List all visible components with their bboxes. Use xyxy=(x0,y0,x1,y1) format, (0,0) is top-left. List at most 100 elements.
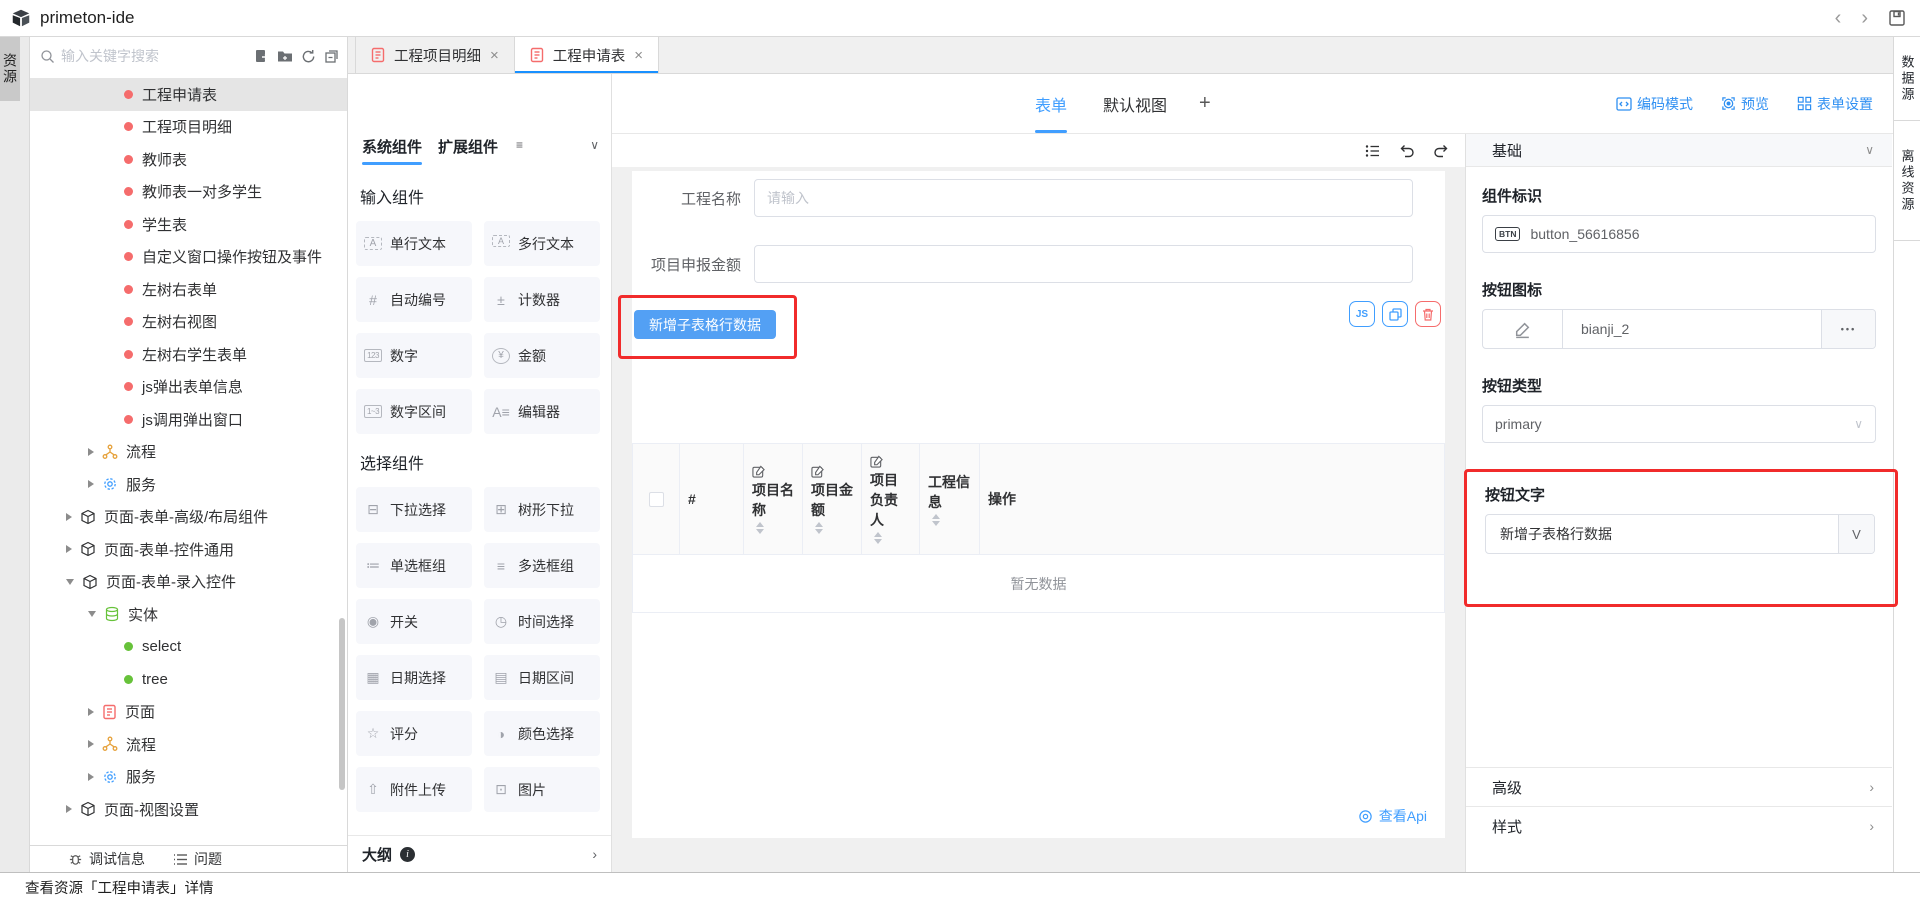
issues-button[interactable]: 问题 xyxy=(173,849,222,869)
collapse-arrow-icon[interactable] xyxy=(66,579,74,585)
tree-item[interactable]: 服务 xyxy=(30,761,347,794)
sort-carets-icon[interactable] xyxy=(756,522,764,534)
tab-form-view[interactable]: 表单 xyxy=(1035,74,1067,133)
outline-footer[interactable]: 大纲 i › xyxy=(348,835,611,872)
expand-arrow-icon[interactable] xyxy=(66,513,72,521)
copy-widget-button[interactable] xyxy=(1382,301,1408,327)
palette-item-number-range[interactable]: 1~3数字区间 xyxy=(356,389,472,434)
js-event-button[interactable]: JS xyxy=(1349,301,1375,327)
resources-strip-tab[interactable]: 资源 xyxy=(0,37,20,101)
palette-item-image[interactable]: ⊡图片 xyxy=(484,767,600,812)
palette-item-auto-number[interactable]: #自动编号 xyxy=(356,277,472,322)
tree-item[interactable]: js弹出表单信息 xyxy=(30,371,347,404)
close-tab-icon[interactable]: × xyxy=(490,48,499,63)
tree-item[interactable]: 实体 xyxy=(30,598,347,631)
expand-arrow-icon[interactable] xyxy=(88,480,94,488)
debug-info-button[interactable]: 调试信息 xyxy=(68,849,145,869)
add-subtable-row-button[interactable]: 新增子表格行数据 xyxy=(634,310,776,339)
palette-item-date-range[interactable]: ▤日期区间 xyxy=(484,655,600,700)
palette-item-upload[interactable]: ⇧附件上传 xyxy=(356,767,472,812)
expand-arrow-icon[interactable] xyxy=(66,545,72,553)
collapse-arrow-icon[interactable] xyxy=(88,611,96,617)
tree-item[interactable]: 页面 xyxy=(30,696,347,729)
tree-item[interactable]: 工程申请表 xyxy=(30,78,347,111)
chevron-right-icon[interactable]: › xyxy=(592,846,597,862)
table-column-header[interactable]: 项目金额 xyxy=(803,444,862,554)
save-icon[interactable] xyxy=(1888,9,1906,27)
tree-item[interactable]: 工程项目明细 xyxy=(30,111,347,144)
palette-item-rating[interactable]: ☆评分 xyxy=(356,711,472,756)
table-column-header[interactable]: 项目负责人 xyxy=(862,444,920,554)
locate-file-icon[interactable] xyxy=(254,49,269,64)
palette-item-counter[interactable]: ±计数器 xyxy=(484,277,600,322)
declared-amount-input[interactable] xyxy=(754,245,1413,283)
tree-item[interactable]: tree xyxy=(30,663,347,696)
variable-suffix-button[interactable]: V xyxy=(1838,515,1874,553)
expand-arrow-icon[interactable] xyxy=(88,708,94,716)
tree-item[interactable]: 左树右学生表单 xyxy=(30,338,347,371)
tree-item[interactable]: 页面-表单-录入控件 xyxy=(30,566,347,599)
palette-item-editor[interactable]: A≡编辑器 xyxy=(484,389,600,434)
delete-widget-button[interactable] xyxy=(1415,301,1441,327)
close-tab-icon[interactable]: × xyxy=(634,48,643,63)
tree-scrollbar[interactable] xyxy=(339,618,345,790)
add-view-button[interactable]: + xyxy=(1199,92,1211,115)
tree-item[interactable]: 页面-表单-控件通用 xyxy=(30,533,347,566)
palette-item-date-picker[interactable]: ▦日期选择 xyxy=(356,655,472,700)
tree-item[interactable]: 流程 xyxy=(30,728,347,761)
props-section-basic[interactable]: 基础 ∨ xyxy=(1466,134,1892,167)
tree-item[interactable]: 流程 xyxy=(30,436,347,469)
collapse-all-icon[interactable] xyxy=(324,49,339,64)
tree-item[interactable]: 左树右视图 xyxy=(30,306,347,339)
palette-item-currency[interactable]: ¥金额 xyxy=(484,333,600,378)
palette-item-single-line-text[interactable]: A单行文本 xyxy=(356,221,472,266)
sort-carets-icon[interactable] xyxy=(932,514,940,526)
tree-item[interactable]: 左树右表单 xyxy=(30,273,347,306)
tree-item[interactable]: 学生表 xyxy=(30,208,347,241)
palette-menu-icon[interactable]: ≡ xyxy=(516,138,523,152)
table-column-header[interactable]: 工程信息 xyxy=(920,444,980,554)
chevron-down-icon[interactable]: ∨ xyxy=(590,138,599,152)
button-text-value[interactable]: 新增子表格行数据 xyxy=(1486,515,1838,553)
tree-item[interactable]: select xyxy=(30,631,347,664)
table-column-header[interactable]: 项目名称 xyxy=(744,444,803,554)
expand-arrow-icon[interactable] xyxy=(66,805,72,813)
palette-item-dropdown-select[interactable]: ⊟下拉选择 xyxy=(356,487,472,532)
preview-button[interactable]: 预览 xyxy=(1721,94,1769,114)
palette-item-color-picker[interactable]: ◑颜色选择 xyxy=(484,711,600,756)
tree-item[interactable]: 教师表一对多学生 xyxy=(30,176,347,209)
palette-item-checkbox-group[interactable]: ≡多选框组 xyxy=(484,543,600,588)
expand-arrow-icon[interactable] xyxy=(88,773,94,781)
history-back-icon[interactable]: ‹ xyxy=(1835,8,1842,28)
palette-item-number[interactable]: 123数字 xyxy=(356,333,472,378)
datasource-strip-tab[interactable]: 数据源 xyxy=(1894,37,1920,121)
pencil-icon[interactable] xyxy=(1483,310,1563,348)
tree-item[interactable]: 页面-表单-高级/布局组件 xyxy=(30,501,347,534)
select-all-checkbox[interactable] xyxy=(649,492,664,507)
palette-item-radio-group[interactable]: ≔单选框组 xyxy=(356,543,472,588)
palette-item-multi-line-text[interactable]: A多行文本 xyxy=(484,221,600,266)
palette-item-tree-dropdown[interactable]: ⊞树形下拉 xyxy=(484,487,600,532)
offline-resources-strip-tab[interactable]: 离线资源 xyxy=(1894,121,1920,241)
tree-item[interactable]: 页面-视图设置 xyxy=(30,793,347,826)
button-text-field[interactable]: 新增子表格行数据 V xyxy=(1485,514,1875,554)
outline-tree-icon[interactable] xyxy=(1365,144,1381,158)
tree-item[interactable]: 教师表 xyxy=(30,143,347,176)
props-section-advanced[interactable]: 高级 › xyxy=(1466,767,1892,806)
button-icon-value[interactable]: bianji_2 xyxy=(1563,310,1821,348)
new-folder-icon[interactable] xyxy=(277,49,293,63)
form-settings-button[interactable]: 表单设置 xyxy=(1797,94,1873,114)
refresh-icon[interactable] xyxy=(301,49,316,64)
expand-arrow-icon[interactable] xyxy=(88,448,94,456)
tab-extension-components[interactable]: 扩展组件 xyxy=(438,136,498,165)
palette-item-time-picker[interactable]: ◷时间选择 xyxy=(484,599,600,644)
view-api-link[interactable]: 查看Api xyxy=(632,806,1445,838)
code-mode-button[interactable]: 编码模式 xyxy=(1616,94,1693,114)
undo-icon[interactable] xyxy=(1399,144,1415,158)
button-type-select[interactable]: primary ∨ xyxy=(1482,405,1876,443)
redo-icon[interactable] xyxy=(1433,144,1449,158)
project-name-input[interactable] xyxy=(754,179,1413,217)
tab-default-view[interactable]: 默认视图 xyxy=(1103,74,1167,133)
component-id-field[interactable]: BTN button_56616856 xyxy=(1482,215,1876,253)
palette-item-switch[interactable]: ◉开关 xyxy=(356,599,472,644)
